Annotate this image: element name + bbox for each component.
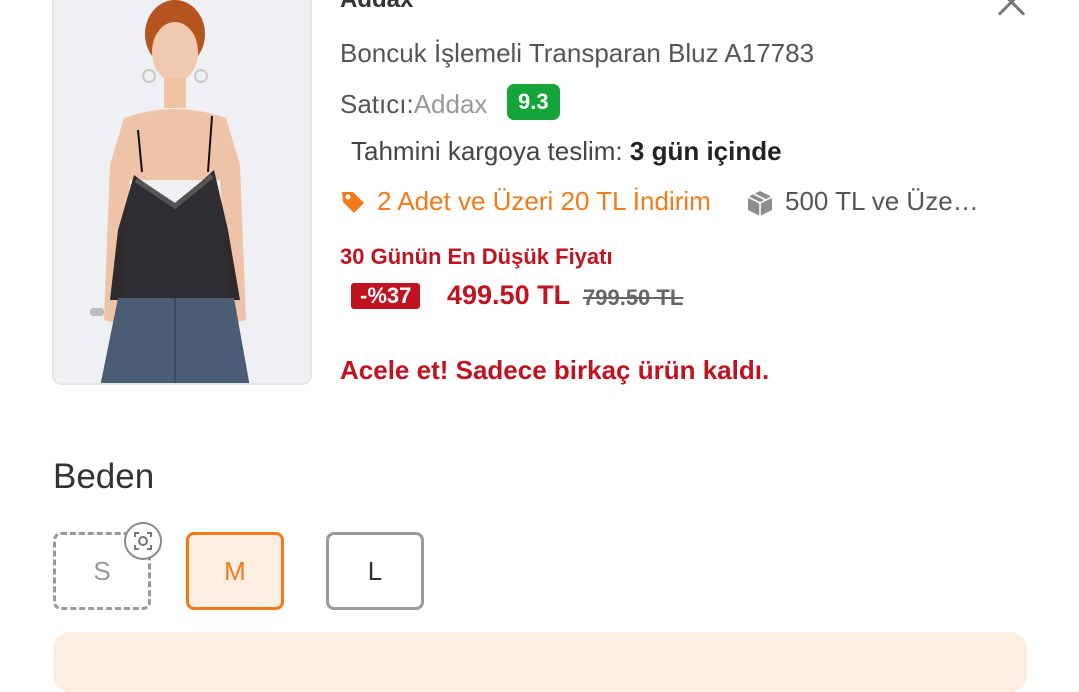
camera-scan-glyph: [134, 532, 152, 550]
close-icon[interactable]: [994, 0, 1030, 22]
seller-name[interactable]: Addax: [414, 89, 488, 119]
size-option-l[interactable]: L: [326, 532, 424, 610]
bottom-info-bar: [53, 632, 1027, 692]
size-label: M: [224, 555, 246, 586]
product-image[interactable]: [52, 0, 312, 385]
tag-icon: [342, 192, 364, 213]
seller-info[interactable]: Satıcı:Addax: [340, 89, 487, 120]
size-option-m[interactable]: M: [186, 532, 284, 610]
model-photo-illustration: [54, 0, 310, 383]
promo-quantity-discount[interactable]: 2 Adet ve Üzeri 20 TL İndirim: [377, 186, 711, 217]
seller-score-badge: 9.3: [507, 84, 560, 120]
current-price: 499.50 TL: [447, 280, 571, 310]
size-heading: Beden: [53, 457, 155, 496]
size-label: L: [367, 555, 383, 586]
size-label: S: [93, 555, 111, 586]
lowest-price-label: 30 Günün En Düşük Fiyatı: [340, 244, 613, 269]
delivery-label: Tahmini kargoya teslim:: [351, 136, 630, 166]
box-icon: [747, 191, 773, 216]
stock-warning: Acele et! Sadece birkaç ürün kaldı.: [340, 355, 770, 385]
product-title: Boncuk İşlemeli Transparan Bluz A17783: [340, 38, 815, 68]
camera-scan-icon[interactable]: [124, 522, 162, 560]
brand-name[interactable]: Addax: [340, 0, 413, 14]
promo-free-shipping[interactable]: 500 TL ve Üze…: [785, 186, 979, 217]
old-price: 799.50 TL: [583, 285, 684, 310]
discount-badge: -%37: [351, 283, 421, 309]
delivery-value: 3 gün içinde: [629, 136, 782, 166]
delivery-estimate: Tahmini kargoya teslim: 3 gün içinde: [351, 136, 782, 167]
seller-label: Satıcı:: [340, 89, 414, 119]
